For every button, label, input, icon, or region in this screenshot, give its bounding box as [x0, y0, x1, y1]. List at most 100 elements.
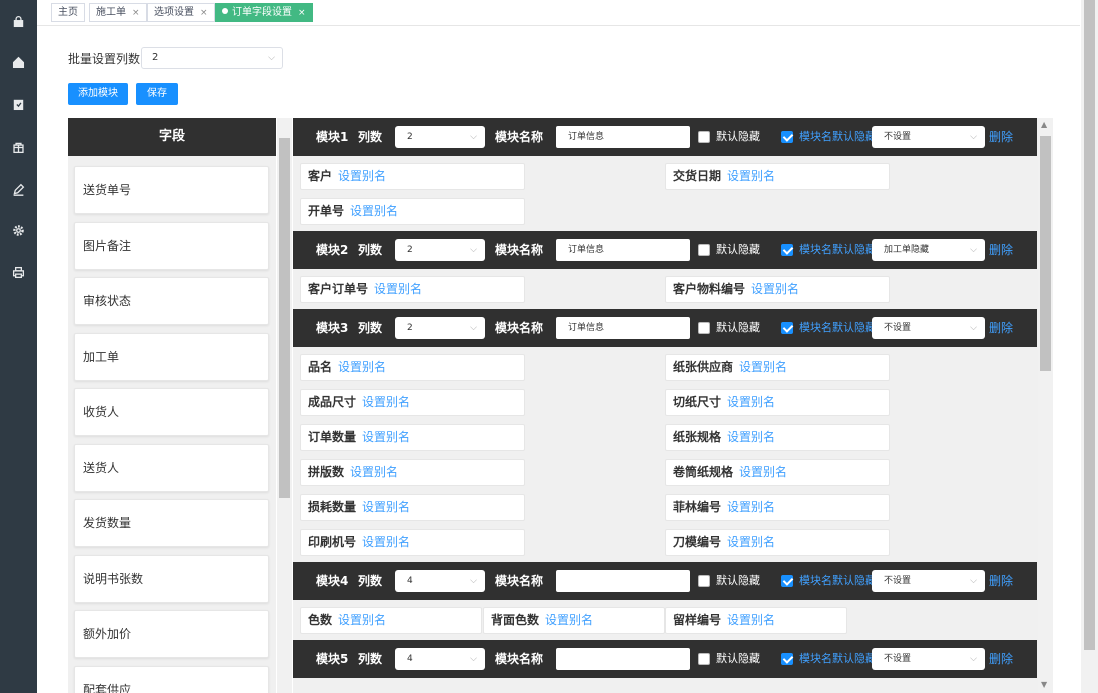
field-list-scrollbar-thumb[interactable] [279, 138, 290, 498]
set-alias-link[interactable]: 设置别名 [739, 465, 787, 479]
field-card[interactable]: 留样编号 设置别名 [665, 607, 847, 634]
field-card[interactable]: 订单数量 设置别名 [300, 424, 525, 451]
close-icon[interactable]: × [132, 8, 140, 18]
field-item[interactable]: 审核状态 [74, 277, 269, 325]
set-alias-link[interactable]: 设置别名 [739, 360, 787, 374]
set-alias-link[interactable]: 设置别名 [338, 360, 386, 374]
set-alias-link[interactable]: 设置别名 [362, 395, 410, 409]
tab-order-field-settings[interactable]: 订单字段设置 × [215, 3, 313, 22]
page-scrollbar-thumb[interactable] [1084, 0, 1095, 650]
default-hidden-checkbox[interactable] [698, 244, 710, 256]
columns-select[interactable]: 2 ⌵ [395, 126, 485, 148]
modules-scrollbar[interactable]: ▲ ▼ [1038, 118, 1053, 693]
page-scrollbar[interactable] [1081, 0, 1098, 693]
field-item[interactable]: 收货人 [74, 388, 269, 436]
name-default-hidden-checkbox[interactable] [781, 244, 793, 256]
name-default-hidden-checkbox[interactable] [781, 131, 793, 143]
batch-columns-select[interactable]: 2 ⌵ [141, 47, 283, 69]
field-card[interactable]: 客户 设置别名 [300, 163, 525, 190]
default-hidden-checkbox[interactable] [698, 322, 710, 334]
name-default-hidden-checkbox[interactable] [781, 653, 793, 665]
field-card[interactable]: 切纸尺寸 设置别名 [665, 389, 890, 416]
name-default-hidden-checkbox[interactable] [781, 322, 793, 334]
default-hidden-checkbox[interactable] [698, 653, 710, 665]
delete-module-link[interactable]: 删除 [989, 231, 1013, 269]
hide-mode-select[interactable]: 不设置 ⌵ [872, 648, 985, 670]
scroll-up-icon[interactable]: ▲ [1041, 120, 1047, 129]
default-hidden-checkbox[interactable] [698, 575, 710, 587]
field-card[interactable]: 卷筒纸规格 设置别名 [665, 459, 890, 486]
field-item[interactable]: 加工单 [74, 333, 269, 381]
columns-select[interactable]: 2 ⌵ [395, 317, 485, 339]
hide-mode-select[interactable]: 加工单隐藏 ⌵ [872, 239, 985, 261]
box-icon[interactable] [0, 136, 37, 158]
printer-icon[interactable] [0, 261, 37, 283]
delete-module-link[interactable]: 删除 [989, 309, 1013, 347]
set-alias-link[interactable]: 设置别名 [545, 613, 593, 627]
field-card[interactable]: 品名 设置别名 [300, 354, 525, 381]
hide-mode-select[interactable]: 不设置 ⌵ [872, 317, 985, 339]
set-alias-link[interactable]: 设置别名 [727, 430, 775, 444]
default-hidden-checkbox[interactable] [698, 131, 710, 143]
set-alias-link[interactable]: 设置别名 [362, 500, 410, 514]
field-card[interactable]: 色数 设置别名 [300, 607, 482, 634]
field-card[interactable]: 刀模编号 设置别名 [665, 529, 890, 556]
set-alias-link[interactable]: 设置别名 [751, 282, 799, 296]
set-alias-link[interactable]: 设置别名 [727, 395, 775, 409]
home-icon[interactable] [0, 51, 37, 73]
field-card[interactable]: 背面色数 设置别名 [483, 607, 665, 634]
scroll-down-icon[interactable]: ▼ [1041, 680, 1047, 689]
columns-select[interactable]: 2 ⌵ [395, 239, 485, 261]
field-card[interactable]: 客户物料编号 设置别名 [665, 276, 890, 303]
module-name-input[interactable]: 订单信息 [556, 239, 690, 261]
save-button[interactable]: 保存 [136, 83, 178, 105]
field-card[interactable]: 菲林编号 设置别名 [665, 494, 890, 521]
field-item[interactable]: 送货单号 [74, 166, 269, 214]
modules-scrollbar-thumb[interactable] [1040, 136, 1051, 371]
set-alias-link[interactable]: 设置别名 [374, 282, 422, 296]
delete-module-link[interactable]: 删除 [989, 562, 1013, 600]
clipboard-icon[interactable] [0, 93, 37, 115]
field-card[interactable]: 纸张规格 设置别名 [665, 424, 890, 451]
field-item[interactable]: 额外加价 [74, 610, 269, 658]
set-alias-link[interactable]: 设置别名 [727, 169, 775, 183]
tab-option-settings[interactable]: 选项设置 × [147, 3, 215, 22]
field-item[interactable]: 送货人 [74, 444, 269, 492]
columns-select[interactable]: 4 ⌵ [395, 570, 485, 592]
add-module-button[interactable]: 添加模块 [68, 83, 128, 105]
field-card[interactable]: 拼版数 设置别名 [300, 459, 525, 486]
delete-module-link[interactable]: 删除 [989, 640, 1013, 678]
set-alias-link[interactable]: 设置别名 [338, 169, 386, 183]
field-card[interactable]: 成品尺寸 设置别名 [300, 389, 525, 416]
set-alias-link[interactable]: 设置别名 [362, 535, 410, 549]
field-item[interactable]: 说明书张数 [74, 555, 269, 603]
set-alias-link[interactable]: 设置别名 [350, 465, 398, 479]
field-card[interactable]: 纸张供应商 设置别名 [665, 354, 890, 381]
close-icon[interactable]: × [200, 8, 208, 18]
columns-select[interactable]: 4 ⌵ [395, 648, 485, 670]
field-list-scrollbar[interactable] [277, 118, 292, 693]
set-alias-link[interactable]: 设置别名 [350, 204, 398, 218]
hide-mode-select[interactable]: 不设置 ⌵ [872, 570, 985, 592]
tab-work-order[interactable]: 施工单 × [89, 3, 147, 22]
field-item[interactable]: 发货数量 [74, 499, 269, 547]
set-alias-link[interactable]: 设置别名 [727, 500, 775, 514]
set-alias-link[interactable]: 设置别名 [338, 613, 386, 627]
field-card[interactable]: 开单号 设置别名 [300, 198, 525, 225]
close-icon[interactable]: × [298, 8, 306, 18]
lock-icon[interactable] [0, 10, 37, 32]
module-name-input[interactable] [556, 570, 690, 592]
field-card[interactable]: 损耗数量 设置别名 [300, 494, 525, 521]
name-default-hidden-checkbox[interactable] [781, 575, 793, 587]
tab-home[interactable]: 主页 [51, 3, 85, 22]
module-name-input[interactable]: 订单信息 [556, 126, 690, 148]
delete-module-link[interactable]: 删除 [989, 118, 1013, 156]
module-name-input[interactable]: 订单信息 [556, 317, 690, 339]
gear-icon[interactable] [0, 219, 37, 241]
hide-mode-select[interactable]: 不设置 ⌵ [872, 126, 985, 148]
field-card[interactable]: 印刷机号 设置别名 [300, 529, 525, 556]
set-alias-link[interactable]: 设置别名 [727, 613, 775, 627]
field-item[interactable]: 图片备注 [74, 222, 269, 270]
field-item[interactable]: 配套供应 [74, 666, 269, 693]
field-card[interactable]: 交货日期 设置别名 [665, 163, 890, 190]
